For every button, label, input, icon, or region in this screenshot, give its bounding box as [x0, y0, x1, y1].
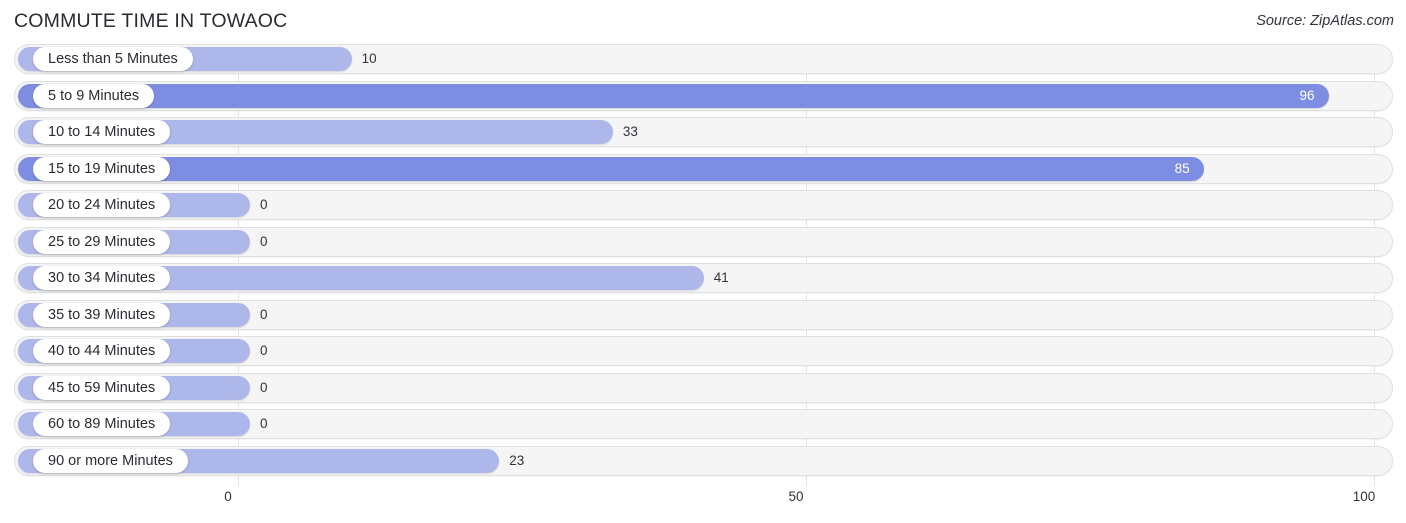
- bar-row[interactable]: 41 30 to 34 Minutes: [0, 263, 1406, 293]
- bar-category-label: 5 to 9 Minutes: [33, 83, 155, 108]
- bar-row[interactable]: 85 15 to 19 Minutes: [0, 153, 1406, 184]
- bar-value-label: 33: [622, 124, 638, 139]
- bar-row[interactable]: 0 60 to 89 Minutes: [0, 409, 1406, 439]
- x-axis-tick-label: 0: [224, 489, 232, 504]
- bar-value-label: 0: [260, 379, 268, 395]
- bar-row[interactable]: 96 5 to 9 Minutes: [0, 80, 1406, 111]
- x-axis-tick-label: 50: [788, 489, 804, 504]
- bar-rows: 10 Less than 5 Minutes 96 5 to 9 Minutes 33 1…: [0, 44, 1406, 482]
- bar-category-label: 90 or more Minutes: [33, 448, 188, 473]
- bar-value-label: 23: [509, 452, 525, 468]
- bar-category-label: 10 to 14 Minutes: [33, 120, 171, 144]
- chart-header: COMMUTE TIME IN TOWAOC Source: ZipAtlas.…: [0, 0, 1406, 44]
- bar-category-label: 20 to 24 Minutes: [33, 193, 171, 217]
- bar-row[interactable]: 0 25 to 29 Minutes: [0, 226, 1406, 257]
- bar-row[interactable]: 23 90 or more Minutes: [0, 445, 1406, 476]
- bar-category-label: 60 to 89 Minutes: [33, 412, 171, 436]
- bar-category-label: 15 to 19 Minutes: [33, 156, 171, 181]
- source-attribution: Source: ZipAtlas.com: [1256, 13, 1394, 29]
- bar-value-label: 0: [260, 233, 268, 249]
- bar-row[interactable]: 0 40 to 44 Minutes: [0, 336, 1406, 366]
- bar[interactable]: 96: [18, 83, 1329, 108]
- bar-value-label: 0: [260, 343, 268, 358]
- bar-category-label: 35 to 39 Minutes: [33, 302, 171, 327]
- bar-value-label: 10: [361, 51, 377, 66]
- x-axis: 0 50 100: [0, 486, 1406, 523]
- bar-value-label: 85: [1174, 160, 1190, 176]
- bar-row[interactable]: 10 Less than 5 Minutes: [0, 44, 1406, 74]
- x-axis-tick-label: 100: [1352, 489, 1376, 504]
- bar-value-label: 0: [260, 416, 268, 431]
- bar-row[interactable]: 33 10 to 14 Minutes: [0, 117, 1406, 147]
- page-title: COMMUTE TIME IN TOWAOC: [14, 10, 288, 32]
- bar-category-label: 40 to 44 Minutes: [33, 339, 171, 363]
- bar-value-label: 96: [1299, 87, 1315, 103]
- chart-plot-area: 10 Less than 5 Minutes 96 5 to 9 Minutes 33 1…: [0, 44, 1406, 486]
- bar-category-label: Less than 5 Minutes: [33, 47, 193, 71]
- bar-category-label: 30 to 34 Minutes: [33, 266, 171, 290]
- bar-value-label: 0: [260, 197, 268, 212]
- bar-category-label: 25 to 29 Minutes: [33, 229, 171, 254]
- bar-row[interactable]: 0 20 to 24 Minutes: [0, 190, 1406, 220]
- bar-value-label: 0: [260, 306, 268, 322]
- bar-row[interactable]: 0 35 to 39 Minutes: [0, 299, 1406, 330]
- bar[interactable]: 85: [18, 156, 1204, 181]
- bar-value-label: 41: [713, 270, 729, 285]
- bar-row[interactable]: 0 45 to 59 Minutes: [0, 372, 1406, 403]
- bar-category-label: 45 to 59 Minutes: [33, 375, 171, 400]
